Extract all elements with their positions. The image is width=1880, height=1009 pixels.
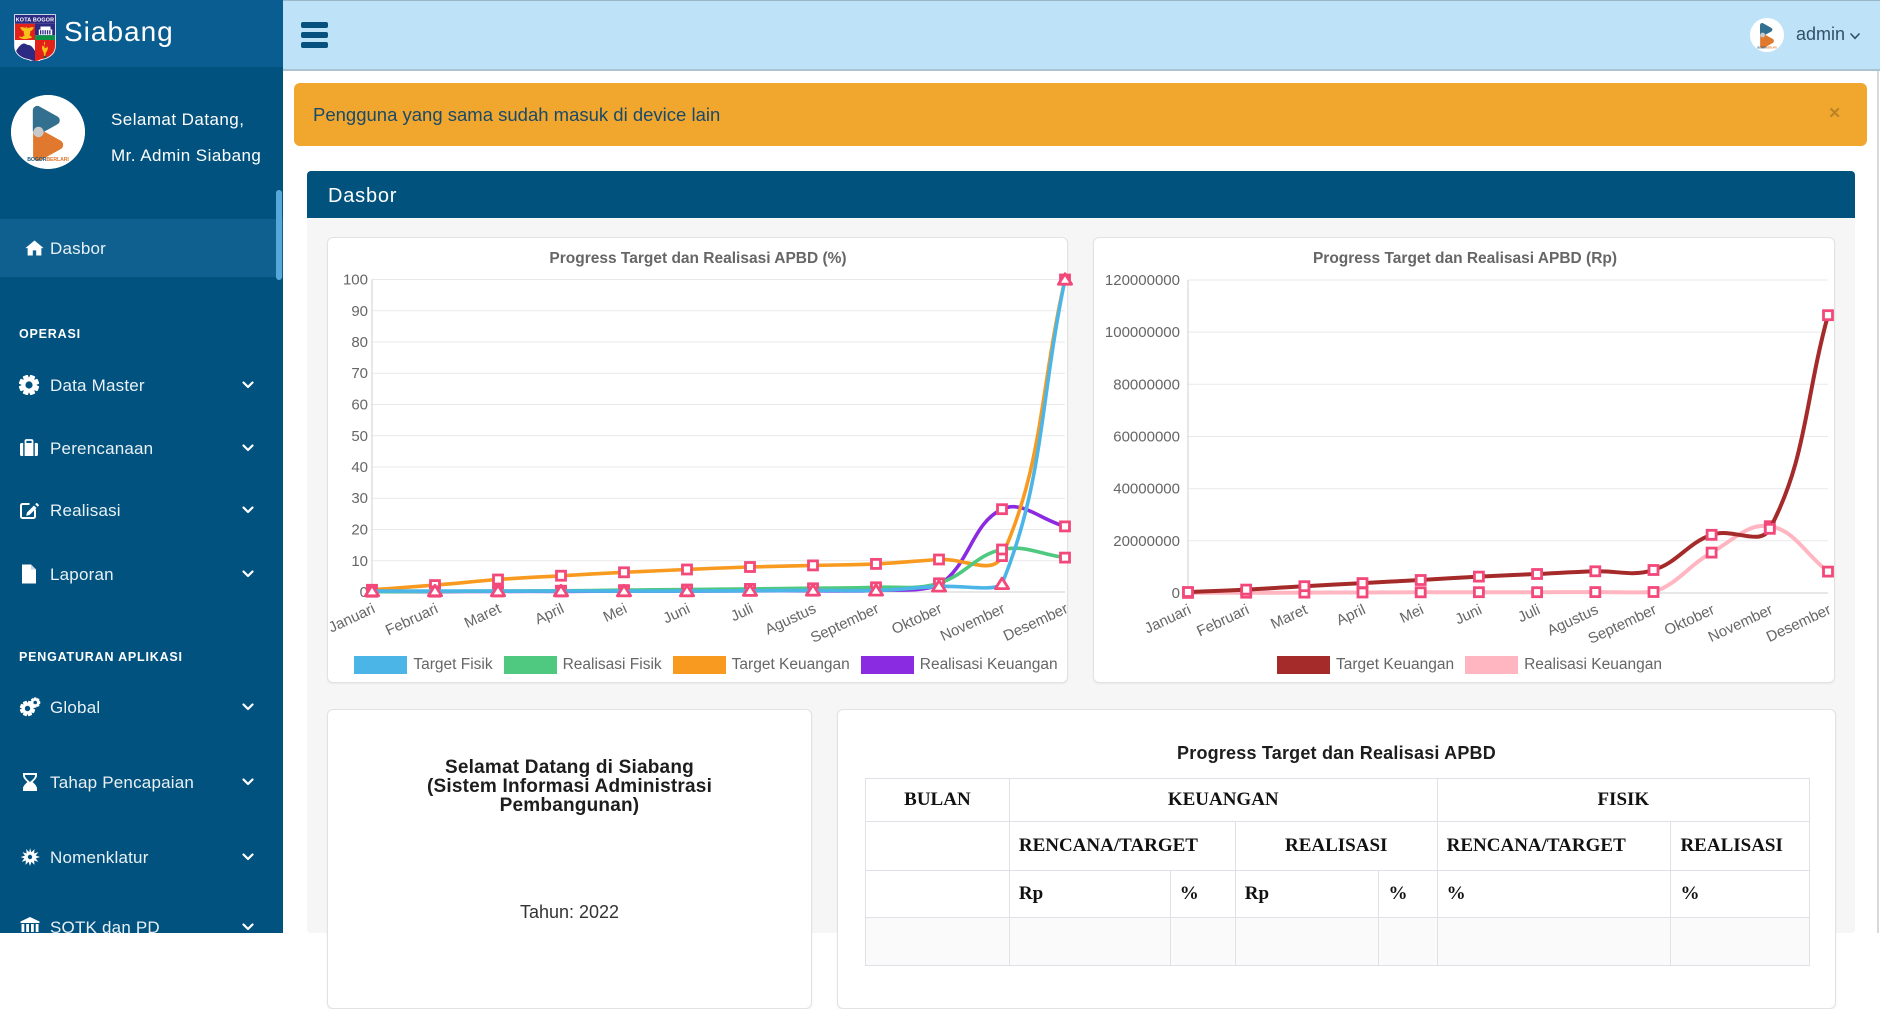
- svg-text:Januari: Januari: [1142, 601, 1194, 637]
- svg-text:50: 50: [351, 428, 368, 445]
- svg-text:30: 30: [351, 490, 368, 507]
- svg-text:100000000: 100000000: [1105, 324, 1180, 341]
- svg-text:Desember: Desember: [1764, 601, 1834, 646]
- svg-text:90: 90: [351, 303, 368, 320]
- svg-text:Juni: Juni: [1452, 601, 1484, 628]
- svg-text:Maret: Maret: [1268, 601, 1311, 633]
- svg-text:Juli: Juli: [728, 600, 756, 625]
- svg-text:20: 20: [351, 522, 368, 539]
- svg-text:Juni: Juni: [661, 600, 693, 627]
- svg-text:BOGORBERLARI: BOGORBERLARI: [27, 157, 69, 163]
- svg-text:40: 40: [351, 459, 368, 476]
- svg-text:Desember: Desember: [1001, 600, 1071, 645]
- svg-text:Januari: Januari: [326, 600, 378, 636]
- svg-text:Progress Target dan Realisasi: Progress Target dan Realisasi APBD (Rp): [1313, 250, 1617, 267]
- svg-text:80: 80: [351, 334, 368, 351]
- svg-text:KOTA BOGOR: KOTA BOGOR: [16, 18, 55, 24]
- svg-text:Juli: Juli: [1515, 601, 1543, 626]
- svg-text:April: April: [532, 600, 566, 628]
- svg-text:BOGORBERLARI: BOGORBERLARI: [1758, 46, 1777, 49]
- svg-text:September: September: [808, 600, 882, 646]
- svg-text:Oktober: Oktober: [889, 600, 945, 638]
- svg-text:November: November: [938, 600, 1008, 645]
- svg-text:100: 100: [343, 272, 368, 289]
- svg-text:60000000: 60000000: [1113, 429, 1180, 446]
- svg-text:November: November: [1706, 601, 1776, 646]
- svg-text:120000000: 120000000: [1105, 272, 1180, 289]
- svg-text:April: April: [1334, 601, 1368, 629]
- svg-text:40000000: 40000000: [1113, 481, 1180, 498]
- svg-text:0: 0: [1172, 585, 1180, 602]
- svg-text:20000000: 20000000: [1113, 533, 1180, 550]
- svg-text:Mei: Mei: [1397, 601, 1426, 627]
- svg-text:Februari: Februari: [1194, 601, 1252, 640]
- svg-text:Maret: Maret: [462, 600, 505, 632]
- svg-text:Februari: Februari: [383, 600, 441, 639]
- svg-text:10: 10: [351, 553, 368, 570]
- svg-text:80000000: 80000000: [1113, 376, 1180, 393]
- svg-text:Progress Target dan Realisasi: Progress Target dan Realisasi APBD (%): [549, 250, 846, 267]
- svg-text:70: 70: [351, 365, 368, 382]
- svg-text:60: 60: [351, 397, 368, 414]
- svg-text:Mei: Mei: [601, 600, 630, 626]
